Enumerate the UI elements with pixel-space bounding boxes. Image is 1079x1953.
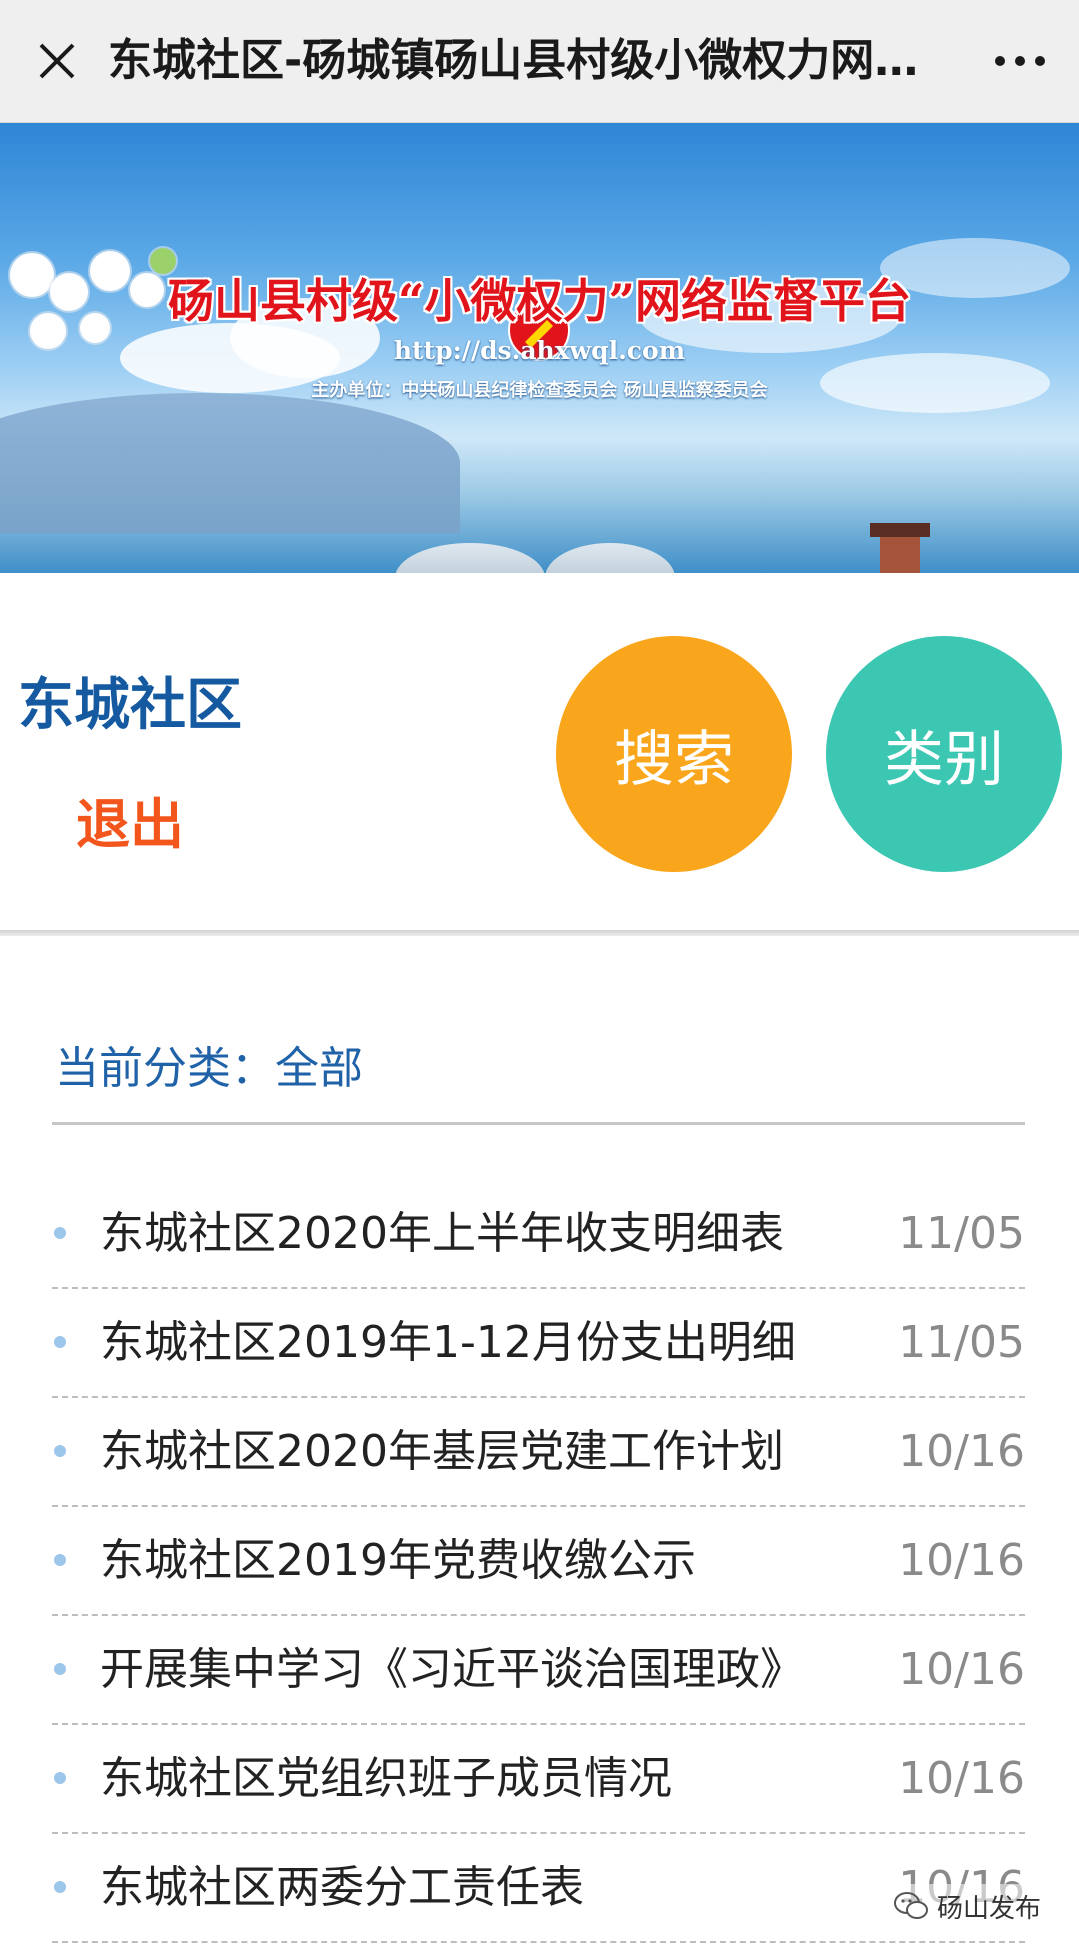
bullet-icon xyxy=(54,1336,66,1348)
list-item[interactable]: 东城社区党组织班子成员情况 10/16 xyxy=(52,1725,1025,1834)
page-title: 东城社区-砀城镇砀山县村级小微权力网络… xyxy=(108,35,958,86)
article-list: 东城社区2020年上半年收支明细表 11/05 东城社区2019年1-12月份支… xyxy=(52,1180,1025,1943)
section-divider xyxy=(0,930,1079,936)
bullet-icon xyxy=(54,1772,66,1784)
more-dot-icon xyxy=(1035,56,1045,66)
list-item[interactable]: 东城社区2020年上半年收支明细表 11/05 xyxy=(52,1180,1025,1289)
banner-url: http://ds.ahxwql.com xyxy=(393,336,686,365)
more-dot-icon xyxy=(995,56,1005,66)
logout-link[interactable]: 退出 xyxy=(76,780,184,859)
close-icon xyxy=(39,43,75,79)
list-item-date: 10/16 xyxy=(898,1753,1025,1804)
close-button[interactable] xyxy=(24,28,90,94)
list-item-date: 10/16 xyxy=(898,1535,1025,1586)
bullet-icon xyxy=(54,1881,66,1893)
bullet-icon xyxy=(54,1554,66,1566)
top-bar: 东城社区-砀城镇砀山县村级小微权力网络… xyxy=(0,0,1079,123)
search-button[interactable]: 搜索 xyxy=(556,636,792,872)
list-item-title: 开展集中学习《习近平谈治国理政》 xyxy=(100,1644,804,1695)
platform-banner: 砀山县村级“小微权力”网络监督平台 http://ds.ahxwql.com 主… xyxy=(0,123,1079,573)
bullet-icon xyxy=(54,1227,66,1239)
wechat-icon xyxy=(893,1892,928,1919)
list-item[interactable]: 东城社区2019年1-12月份支出明细 11/05 xyxy=(52,1289,1025,1398)
list-item-title: 东城社区2020年上半年收支明细表 xyxy=(100,1208,784,1259)
list-item-title: 东城社区2020年基层党建工作计划 xyxy=(100,1426,784,1477)
list-item-title: 东城社区2019年党费收缴公示 xyxy=(100,1535,696,1586)
list-item-title: 东城社区党组织班子成员情况 xyxy=(100,1753,672,1804)
list-item-date: 10/16 xyxy=(898,1644,1025,1695)
category-divider xyxy=(52,1122,1025,1125)
list-item-date: 11/05 xyxy=(898,1317,1025,1368)
list-item[interactable]: 开展集中学习《习近平谈治国理政》 10/16 xyxy=(52,1616,1025,1725)
more-options-button[interactable] xyxy=(985,28,1055,94)
banner-host: 主办单位：中共砀山县纪律检查委员会 砀山县监察委员会 xyxy=(311,380,768,401)
bullet-icon xyxy=(54,1663,66,1675)
list-item[interactable]: 东城社区2019年党费收缴公示 10/16 xyxy=(52,1507,1025,1616)
org-name: 东城社区 xyxy=(18,673,242,738)
more-dot-icon xyxy=(1015,56,1025,66)
category-button[interactable]: 类别 xyxy=(826,636,1062,872)
source-watermark: 砀山发布 xyxy=(886,1884,1047,1928)
list-item-title: 东城社区2019年1-12月份支出明细 xyxy=(100,1317,796,1368)
bullet-icon xyxy=(54,1445,66,1457)
list-item-title: 东城社区两委分工责任表 xyxy=(100,1862,584,1913)
list-item[interactable]: 东城社区两委分工责任表 10/16 xyxy=(52,1834,1025,1943)
current-category: 当前分类：全部 xyxy=(55,1043,363,1094)
list-item-date: 10/16 xyxy=(898,1426,1025,1477)
list-item-date: 11/05 xyxy=(898,1208,1025,1259)
watermark-text: 砀山发布 xyxy=(936,1893,1041,1924)
banner-title: 砀山县村级“小微权力”网络监督平台 xyxy=(168,274,911,328)
list-item[interactable]: 东城社区2020年基层党建工作计划 10/16 xyxy=(52,1398,1025,1507)
